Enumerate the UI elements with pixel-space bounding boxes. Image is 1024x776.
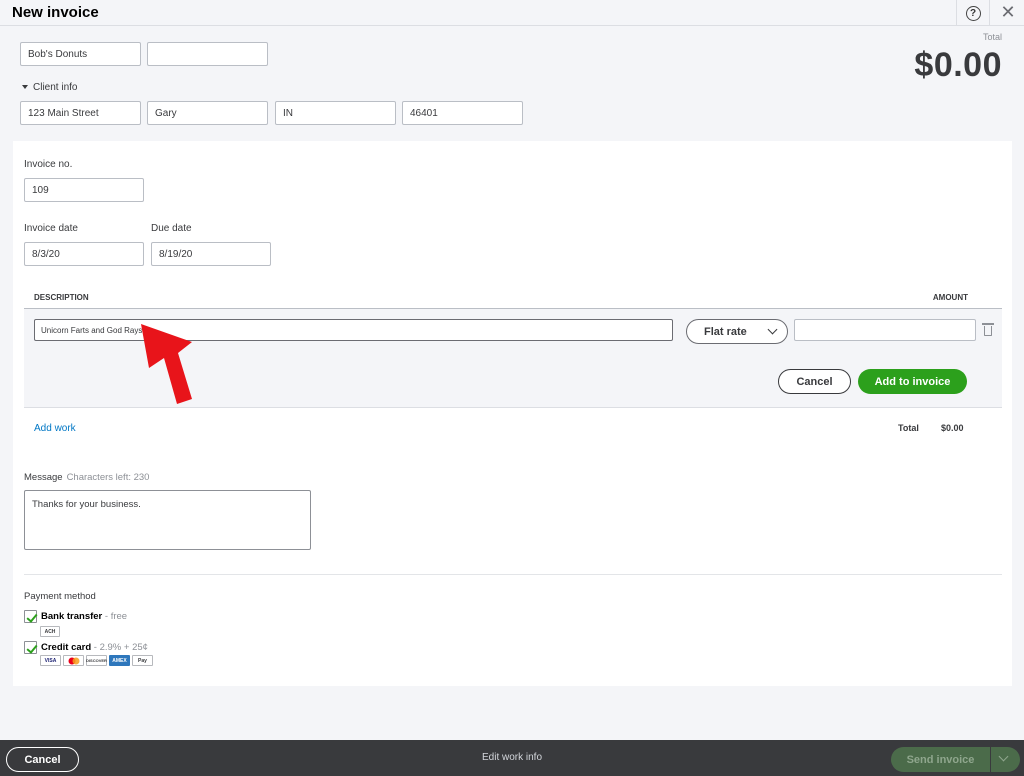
mastercard-circles xyxy=(68,657,79,664)
trash-icon[interactable] xyxy=(982,323,994,336)
edit-work-info-label: Edit work info xyxy=(481,752,543,763)
send-options-dropdown[interactable] xyxy=(991,747,1020,772)
line-items-header: DESCRIPTION AMOUNT xyxy=(24,289,1002,309)
title-bar: New invoice ? ✕ xyxy=(0,0,1024,26)
due-date-field[interactable]: 8/19/20 xyxy=(151,242,271,266)
help-icon: ? xyxy=(965,5,981,21)
message-label: Message Characters left: 230 xyxy=(24,472,149,483)
credit-card-checkbox[interactable] xyxy=(24,641,37,654)
credit-card-name: Credit card xyxy=(41,642,92,653)
description-input[interactable]: Unicorn Farts and God Rays xyxy=(34,319,673,341)
zip-field[interactable]: 46401 xyxy=(402,101,523,125)
total-label: Total xyxy=(982,32,1002,42)
cancel-line-button[interactable]: Cancel xyxy=(778,369,851,394)
credit-card-label: Credit card - 2.9% + 25¢ xyxy=(41,642,148,653)
invoice-date-field[interactable]: 8/3/20 xyxy=(24,242,144,266)
apple-pay-logo: Pay xyxy=(132,655,153,666)
city-field[interactable]: Gary xyxy=(147,101,268,125)
rate-type-value: Flat rate xyxy=(704,325,747,338)
client-info-toggle[interactable]: Client info xyxy=(22,82,77,93)
discover-logo: DISCOVER xyxy=(86,655,107,666)
amount-header: AMOUNT xyxy=(932,293,968,302)
work-total-amount: $0.00 xyxy=(941,423,964,433)
total-amount: $0.00 xyxy=(914,46,1002,84)
footer-cancel-button[interactable]: Cancel xyxy=(6,747,79,772)
customer-name-field[interactable]: Bob's Donuts xyxy=(20,42,141,66)
invoice-card: Invoice no. 109 Invoice date 8/3/20 Due … xyxy=(13,141,1012,686)
arrow-shape xyxy=(141,324,192,404)
chevron-down-icon xyxy=(998,751,1009,762)
street-field[interactable]: 123 Main Street xyxy=(20,101,141,125)
add-work-link[interactable]: Add work xyxy=(34,423,76,434)
message-label-text: Message xyxy=(24,472,63,483)
invoice-date-label: Invoice date xyxy=(24,223,78,234)
invoice-number-label: Invoice no. xyxy=(24,159,73,170)
description-header: DESCRIPTION xyxy=(34,293,89,302)
characters-left: Characters left: 230 xyxy=(66,472,150,483)
chevron-down-icon xyxy=(767,324,778,335)
red-arrow-annotation xyxy=(141,324,192,404)
message-textarea[interactable]: Thanks for your business. xyxy=(24,490,311,550)
help-button[interactable]: ? xyxy=(956,0,990,26)
bank-transfer-name: Bank transfer xyxy=(41,611,103,622)
caret-down-icon xyxy=(22,85,28,90)
page-title: New invoice xyxy=(12,4,99,21)
payment-method-label: Payment method xyxy=(24,591,96,602)
send-invoice-button[interactable]: Send invoice xyxy=(891,747,990,772)
invoice-number-field[interactable]: 109 xyxy=(24,178,144,202)
bank-transfer-fee: - free xyxy=(102,611,128,622)
visa-logo: VISA xyxy=(40,655,61,666)
bank-transfer-checkbox[interactable] xyxy=(24,610,37,623)
close-icon[interactable]: ✕ xyxy=(996,2,1020,24)
section-divider xyxy=(24,574,1002,575)
add-to-invoice-button[interactable]: Add to invoice xyxy=(858,369,967,394)
footer-bar: Edit work info Cancel Send invoice xyxy=(0,740,1024,776)
state-field[interactable]: IN xyxy=(275,101,396,125)
work-total-label: Total xyxy=(898,423,919,433)
customer-email-field[interactable] xyxy=(147,42,268,66)
bank-transfer-label: Bank transfer - free xyxy=(41,611,127,622)
client-info-label: Client info xyxy=(33,82,78,93)
due-date-label: Due date xyxy=(151,223,192,234)
rate-type-select[interactable]: Flat rate xyxy=(686,319,788,344)
credit-card-fee: - 2.9% + 25¢ xyxy=(91,642,148,653)
amex-logo: AMEX xyxy=(109,655,130,666)
ach-badge: ACH xyxy=(40,626,60,637)
mastercard-logo xyxy=(63,655,84,666)
amount-input[interactable] xyxy=(794,319,976,341)
